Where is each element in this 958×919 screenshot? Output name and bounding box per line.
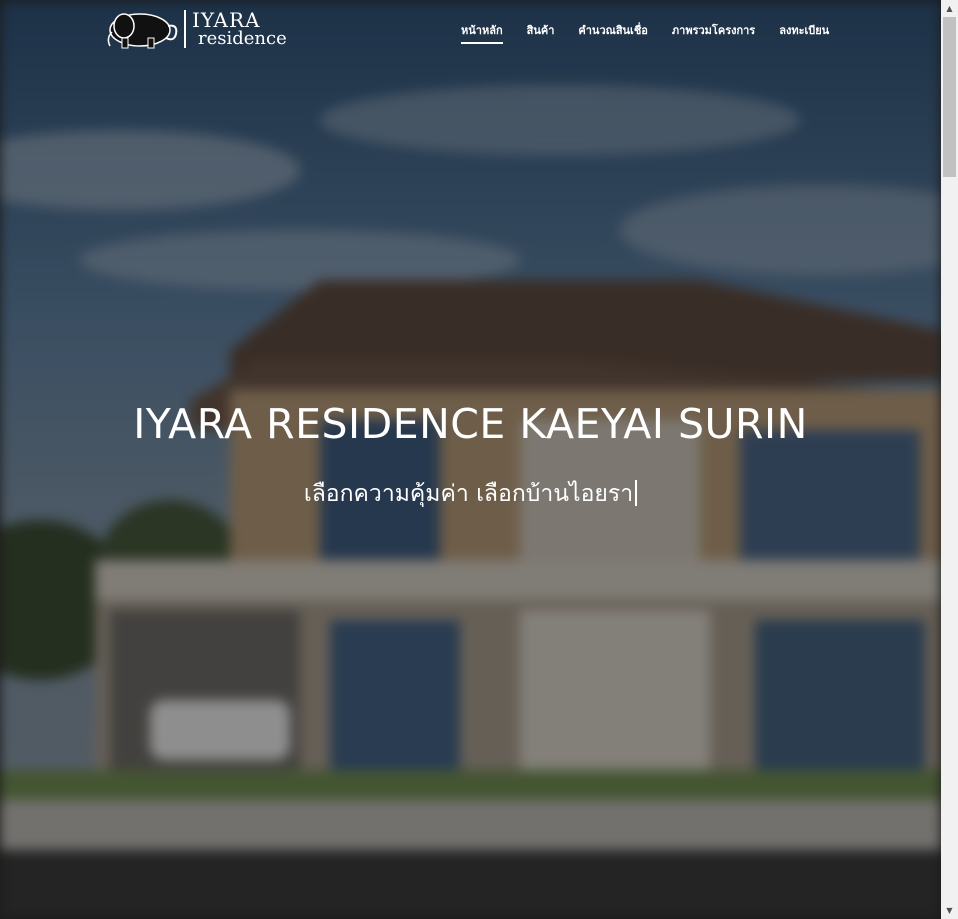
logo-line2: residence bbox=[198, 28, 287, 49]
nav-products[interactable]: สินค้า bbox=[527, 21, 555, 39]
nav-loan-calculator[interactable]: คำนวณสินเชื่อ bbox=[578, 21, 648, 39]
browser-viewport: IYARA RESIDENCE KAEYAI SURIN เลือกความคุ… bbox=[0, 0, 958, 919]
elephant-logo-icon bbox=[107, 13, 178, 49]
nav-project-overview[interactable]: ภาพรวมโครงการ bbox=[672, 21, 755, 39]
hero-title: IYARA RESIDENCE KAEYAI SURIN bbox=[133, 400, 808, 448]
nav-register[interactable]: ลงทะเบียน bbox=[779, 21, 829, 39]
hero-subtitle-text: เลือกความคุ้มค่า เลือกบ้านไอยรา bbox=[303, 481, 634, 507]
hero-dark-overlay bbox=[0, 0, 941, 919]
logo-line1: IYARA bbox=[192, 8, 261, 32]
logo-divider bbox=[184, 10, 186, 48]
site-header: IYARA residence หน้าหลัก สินค้า คำนวณสิน… bbox=[0, 0, 941, 62]
main-nav: หน้าหลัก สินค้า คำนวณสินเชื่อ ภาพรวมโครง… bbox=[461, 21, 853, 44]
scroll-down-arrow-icon[interactable]: ▼ bbox=[941, 902, 958, 919]
typing-cursor bbox=[635, 480, 638, 506]
hero-subtitle: เลือกความคุ้มค่า เลือกบ้านไอยรา bbox=[0, 476, 941, 512]
site-logo[interactable]: IYARA residence bbox=[104, 8, 304, 54]
scroll-up-arrow-icon[interactable]: ▲ bbox=[941, 0, 958, 17]
scroll-thumb[interactable] bbox=[943, 17, 956, 177]
page-scrollbar[interactable]: ▲ ▼ bbox=[941, 0, 958, 919]
hero-section: IYARA RESIDENCE KAEYAI SURIN เลือกความคุ… bbox=[0, 0, 941, 919]
nav-home[interactable]: หน้าหลัก bbox=[461, 21, 503, 44]
